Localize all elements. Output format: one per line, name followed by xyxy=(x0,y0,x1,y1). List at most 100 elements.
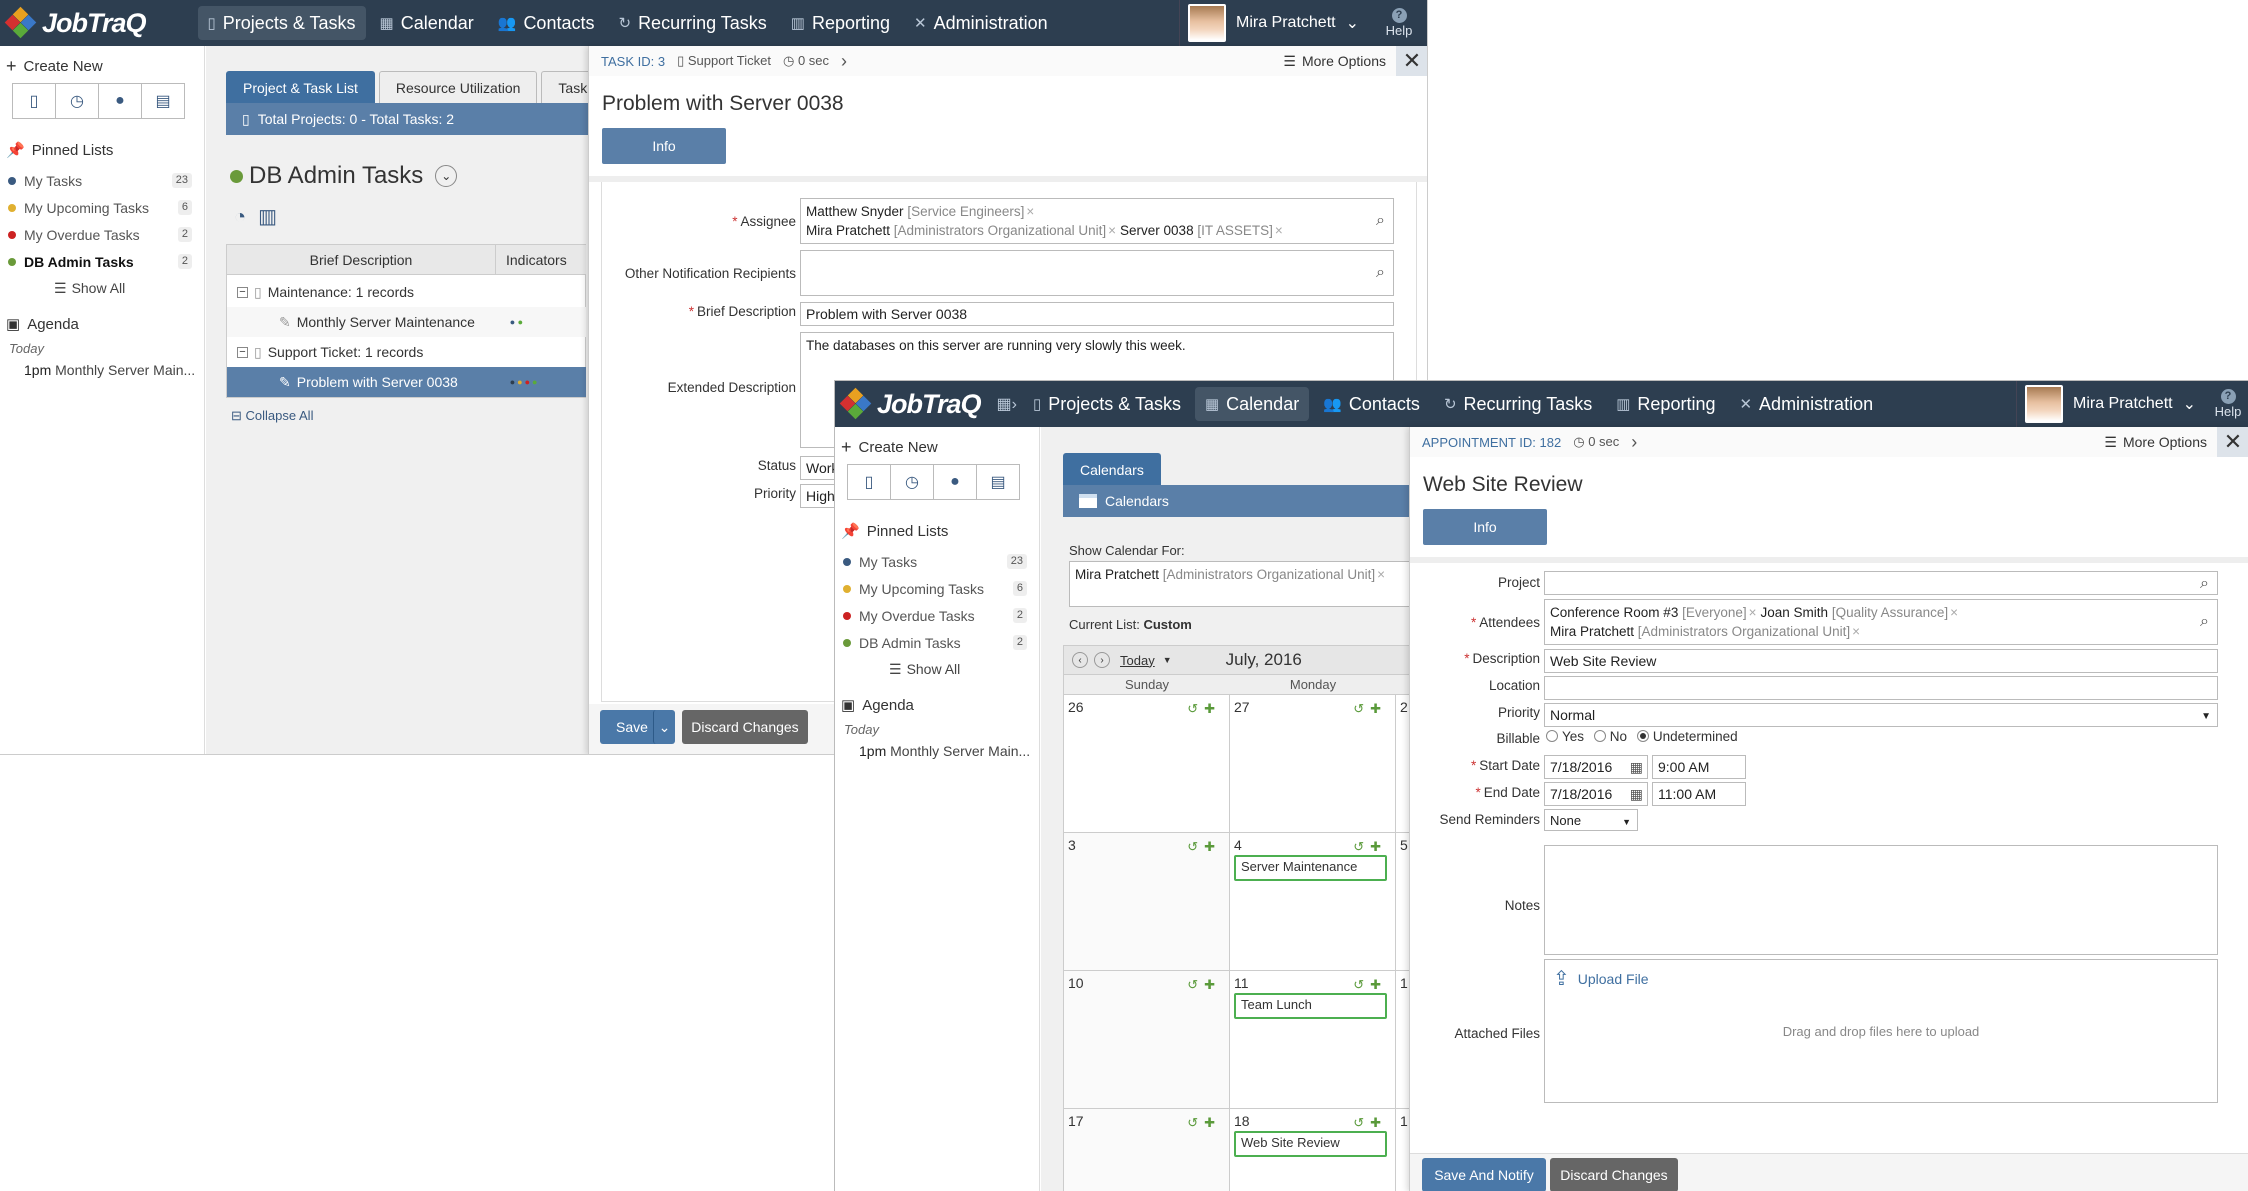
pin-my-overdue-tasks[interactable]: My Overdue Tasks 2 xyxy=(835,602,1039,629)
pin-my-tasks[interactable]: My Tasks 23 xyxy=(0,167,204,194)
create-new-header[interactable]: + Create New xyxy=(835,437,1039,458)
nav-projects-tasks[interactable]: ▯ Projects & Tasks xyxy=(197,6,366,40)
pin-db-admin-tasks[interactable]: DB Admin Tasks 2 xyxy=(835,629,1039,656)
help-button[interactable]: ? Help xyxy=(2208,381,2248,427)
remove-icon[interactable]: × xyxy=(1108,223,1116,238)
other-recipients-field[interactable]: ⌕ xyxy=(800,250,1394,296)
nav-administration[interactable]: ✕ Administration xyxy=(904,6,1058,40)
calendar-day[interactable]: 26 ↺✚ xyxy=(1064,695,1230,833)
add-event-icons[interactable]: ↺✚ xyxy=(1353,839,1387,855)
calendar-icon[interactable]: ▦ xyxy=(1630,785,1643,804)
calendar-event[interactable]: Team Lunch xyxy=(1234,993,1387,1019)
nav-administration[interactable]: ✕ Administration xyxy=(1729,387,1883,421)
calendar-event[interactable]: Server Maintenance xyxy=(1234,855,1387,881)
show-calendar-for-field[interactable]: Mira Pratchett [Administrators Organizat… xyxy=(1069,561,1449,607)
create-new-header[interactable]: + Create New xyxy=(0,56,204,77)
notes-textarea[interactable] xyxy=(1544,845,2218,955)
new-timer-icon[interactable]: ◷ xyxy=(890,464,934,500)
remove-icon[interactable]: × xyxy=(1852,624,1860,639)
billable-yes-radio[interactable] xyxy=(1546,730,1558,742)
nav-recurring-tasks[interactable]: ↻ Recurring Tasks xyxy=(608,6,776,40)
pin-my-overdue-tasks[interactable]: My Overdue Tasks 2 xyxy=(0,221,204,248)
collapse-all-link[interactable]: ⊟ Collapse All xyxy=(231,408,313,424)
pin-my-upcoming-tasks[interactable]: My Upcoming Tasks 6 xyxy=(835,575,1039,602)
nav-reporting[interactable]: ▥ Reporting xyxy=(1606,387,1725,421)
user-menu[interactable]: Mira Pratchett ⌄ xyxy=(2016,381,2208,427)
calendar-day[interactable]: 10 ↺✚ xyxy=(1064,971,1230,1109)
pie-chart-icon[interactable]: ◔ xyxy=(234,206,258,228)
nav-calendar[interactable]: ▦ Calendar xyxy=(370,6,484,40)
table-row-selected[interactable]: ✎ Problem with Server 0038 ●●●● xyxy=(227,367,586,397)
calendar-event[interactable]: Web Site Review xyxy=(1234,1131,1387,1157)
discard-button[interactable]: Discard Changes xyxy=(682,710,808,744)
add-event-icons[interactable]: ↺✚ xyxy=(1187,977,1221,993)
attached-files-dropzone[interactable]: ⇪ Upload File Drag and drop files here to… xyxy=(1544,959,2218,1103)
show-all-link[interactable]: ☰ Show All xyxy=(0,275,204,301)
chevron-right-icon[interactable]: › xyxy=(1631,432,1637,453)
nav-projects-tasks[interactable]: ▯ Projects & Tasks xyxy=(1023,387,1191,421)
calendar-day[interactable]: 11 ↺✚ Team Lunch xyxy=(1230,971,1396,1109)
calendar-day[interactable]: 27 ↺✚ xyxy=(1230,695,1396,833)
close-icon[interactable]: ✕ xyxy=(2217,427,2248,457)
nav-calendar[interactable]: ▦ Calendar xyxy=(1194,387,1310,421)
nav-recurring-tasks[interactable]: ↻ Recurring Tasks xyxy=(1434,387,1602,421)
info-tab[interactable]: Info xyxy=(1423,509,1547,545)
upload-file-button[interactable]: ⇪ Upload File xyxy=(1553,969,1649,989)
table-group-row[interactable]: − ▯ Support Ticket: 1 records xyxy=(237,337,423,367)
add-event-icons[interactable]: ↺✚ xyxy=(1353,701,1387,717)
search-icon[interactable]: ⌕ xyxy=(2200,612,2209,631)
description-input[interactable]: Web Site Review xyxy=(1544,649,2218,673)
new-calendar-icon[interactable]: ▤ xyxy=(976,464,1020,500)
new-document-icon[interactable]: ▯ xyxy=(12,83,56,119)
chevron-down-icon[interactable]: ▼ xyxy=(1163,655,1172,665)
help-button[interactable]: ? Help xyxy=(1371,0,1427,46)
info-tab[interactable]: Info xyxy=(602,128,726,164)
close-icon[interactable]: ✕ xyxy=(1396,46,1427,76)
attendees-field[interactable]: Conference Room #3 [Everyone] × Joan Smith… xyxy=(1544,599,2218,645)
calendar-icon[interactable]: ▦ xyxy=(1630,758,1643,777)
col-indicators[interactable]: Indicators xyxy=(496,252,567,268)
table-row[interactable]: ✎ Monthly Server Maintenance ● ● xyxy=(227,307,586,337)
table-group-row[interactable]: − ▯ Maintenance: 1 records xyxy=(237,277,414,307)
discard-button[interactable]: Discard Changes xyxy=(1550,1158,1678,1191)
search-icon[interactable]: ⌕ xyxy=(1376,263,1385,282)
tab-resource-utilization[interactable]: Resource Utilization xyxy=(378,71,538,103)
add-event-icons[interactable]: ↺✚ xyxy=(1187,839,1221,855)
agenda-item[interactable]: 1pm Monthly Server Main... xyxy=(0,362,204,378)
search-icon[interactable]: ⌕ xyxy=(2200,574,2209,593)
priority-select[interactable]: Normal ▼ xyxy=(1544,703,2218,727)
save-and-notify-button[interactable]: Save And Notify xyxy=(1422,1158,1546,1191)
show-all-link[interactable]: ☰ Show All xyxy=(835,656,1039,682)
nav-contacts[interactable]: 👥 Contacts xyxy=(488,6,605,40)
chevron-right-icon[interactable]: › xyxy=(841,51,847,72)
send-reminders-select[interactable]: None ▼ xyxy=(1544,809,1638,831)
sidebar-toggle-icon[interactable]: ▦› xyxy=(997,394,1017,414)
user-menu[interactable]: Mira Pratchett ⌄ xyxy=(1179,0,1371,46)
remove-icon[interactable]: × xyxy=(1026,204,1034,219)
collapse-icon[interactable]: − xyxy=(237,286,248,298)
add-event-icons[interactable]: ↺✚ xyxy=(1353,1115,1387,1131)
task-timer[interactable]: ◷ 0 sec xyxy=(783,53,829,69)
more-options[interactable]: ☰ More Options xyxy=(2104,427,2207,457)
pin-my-upcoming-tasks[interactable]: My Upcoming Tasks 6 xyxy=(0,194,204,221)
new-calendar-icon[interactable]: ▤ xyxy=(141,83,185,119)
tab-project-task-list[interactable]: Project & Task List xyxy=(226,71,375,103)
start-date-input[interactable]: 7/18/2016 ▦ xyxy=(1544,755,1648,779)
calendar-day[interactable]: 4 ↺✚ Server Maintenance xyxy=(1230,833,1396,971)
billable-no-radio[interactable] xyxy=(1593,730,1606,742)
today-button[interactable]: Today xyxy=(1120,653,1155,668)
new-timer-icon[interactable]: ◷ xyxy=(55,83,99,119)
chevron-down-icon[interactable]: ⌄ xyxy=(435,165,458,187)
jobtraq-logo[interactable]: JobTraQ xyxy=(835,381,991,427)
add-event-icons[interactable]: ↺✚ xyxy=(1187,701,1221,717)
tab-calendars[interactable]: Calendars xyxy=(1063,453,1161,485)
remove-icon[interactable]: × xyxy=(1275,223,1283,238)
calendar-day[interactable]: 3 ↺✚ xyxy=(1064,833,1230,971)
remove-icon[interactable]: × xyxy=(1377,567,1385,582)
start-time-input[interactable]: 9:00 AM xyxy=(1652,755,1746,779)
end-time-input[interactable]: 11:00 AM xyxy=(1652,782,1746,806)
pin-my-tasks[interactable]: My Tasks 23 xyxy=(835,548,1039,575)
end-date-input[interactable]: 7/18/2016 ▦ xyxy=(1544,782,1648,806)
calendar-day[interactable]: 17 ↺✚ xyxy=(1064,1109,1230,1191)
appointment-timer[interactable]: ◷ 0 sec xyxy=(1573,434,1619,450)
